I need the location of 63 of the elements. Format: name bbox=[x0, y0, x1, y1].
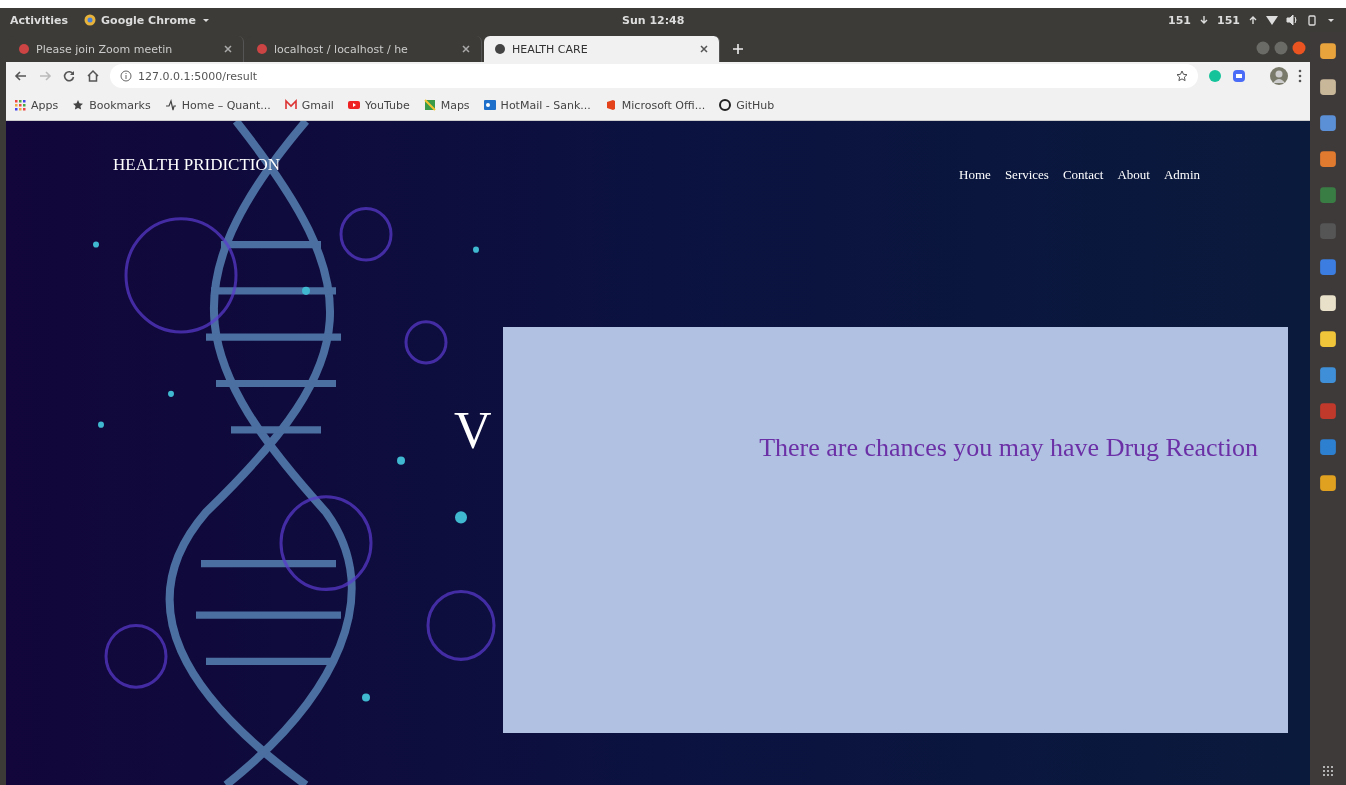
back-arrow-icon[interactable] bbox=[14, 69, 28, 83]
bookmark-link[interactable]: Home – Quant... bbox=[164, 98, 271, 112]
app-launcher-icon[interactable] bbox=[1319, 150, 1337, 168]
close-icon[interactable] bbox=[1292, 41, 1306, 55]
favicon-icon bbox=[18, 43, 30, 55]
bookmark-link[interactable]: GitHub bbox=[719, 98, 775, 112]
favicon-icon bbox=[256, 43, 268, 55]
browser-tab[interactable]: HEALTH CARE bbox=[484, 36, 720, 62]
new-tab-icon[interactable] bbox=[732, 43, 744, 55]
app-menu[interactable]: Google Chrome bbox=[84, 13, 211, 27]
bookmark-link[interactable]: Maps bbox=[423, 98, 470, 112]
app-launcher-icon[interactable] bbox=[1319, 78, 1337, 96]
battery-icon[interactable] bbox=[1306, 14, 1318, 26]
star-icon[interactable] bbox=[1176, 70, 1188, 82]
nav-link[interactable]: Services bbox=[1004, 167, 1049, 183]
close-icon[interactable] bbox=[461, 44, 471, 54]
bookmark-favicon-icon bbox=[72, 99, 85, 111]
close-icon[interactable] bbox=[223, 44, 233, 54]
menu-icon[interactable] bbox=[1298, 69, 1302, 83]
upload-speed: 151 bbox=[1217, 13, 1240, 27]
nav-link[interactable]: Home bbox=[959, 167, 991, 183]
bookmark-link[interactable]: HotMail - Sank... bbox=[483, 98, 591, 112]
nav-link[interactable]: About bbox=[1117, 167, 1150, 183]
clock[interactable]: Sun 12:48 bbox=[622, 13, 685, 27]
wifi-icon[interactable] bbox=[1266, 14, 1278, 26]
upload-arrow-icon bbox=[1248, 15, 1258, 25]
bookmark-favicon-icon bbox=[483, 99, 496, 111]
extension-icon[interactable] bbox=[1232, 69, 1246, 83]
bookmark-favicon-icon bbox=[14, 99, 26, 111]
avatar-icon[interactable] bbox=[1270, 67, 1288, 85]
bookmark-favicon-icon bbox=[347, 99, 360, 111]
bookmark-link[interactable]: Apps bbox=[14, 98, 59, 112]
app-launcher-icon[interactable] bbox=[1319, 474, 1337, 492]
result-message: There are chances you may have Drug Reaction bbox=[759, 433, 1258, 463]
app-launcher-icon[interactable] bbox=[1319, 330, 1337, 348]
bookmark-favicon-icon bbox=[284, 99, 297, 111]
download-arrow-icon bbox=[1199, 15, 1210, 25]
download-speed: 151 bbox=[1168, 13, 1192, 27]
bookmark-favicon-icon bbox=[423, 99, 436, 111]
app-launcher-icon[interactable] bbox=[1319, 294, 1337, 312]
app-launcher-icon[interactable] bbox=[1319, 42, 1337, 60]
bookmark-favicon-icon bbox=[604, 99, 617, 111]
close-icon[interactable] bbox=[699, 44, 709, 54]
volume-icon[interactable] bbox=[1286, 14, 1298, 26]
app-launcher-icon[interactable] bbox=[1319, 114, 1337, 132]
nav-link[interactable]: Admin bbox=[1163, 167, 1200, 183]
bookmark-link[interactable]: Bookmarks bbox=[72, 98, 151, 112]
hero-heading: V bbox=[454, 405, 493, 457]
home-icon[interactable] bbox=[86, 69, 100, 83]
bookmark-link[interactable]: Microsoft Offi... bbox=[604, 98, 706, 112]
address-field[interactable]: 127.0.0.1:5000/result bbox=[110, 64, 1198, 88]
bookmark-favicon-icon bbox=[719, 99, 732, 111]
bookmark-link[interactable]: YouTube bbox=[347, 98, 410, 112]
bookmark-link[interactable]: Gmail bbox=[284, 98, 334, 112]
info-icon[interactable] bbox=[120, 70, 132, 82]
browser-logo-icon bbox=[84, 14, 97, 26]
reload-icon[interactable] bbox=[62, 69, 76, 83]
bookmark-favicon-icon bbox=[164, 99, 177, 111]
nav-link[interactable]: Contact bbox=[1062, 167, 1104, 183]
site-logo[interactable]: HEALTH PRIDICTION bbox=[113, 155, 280, 183]
app-grid-icon[interactable] bbox=[1322, 765, 1334, 777]
activities-button[interactable]: Activities bbox=[10, 13, 69, 27]
favicon-icon bbox=[494, 43, 506, 55]
